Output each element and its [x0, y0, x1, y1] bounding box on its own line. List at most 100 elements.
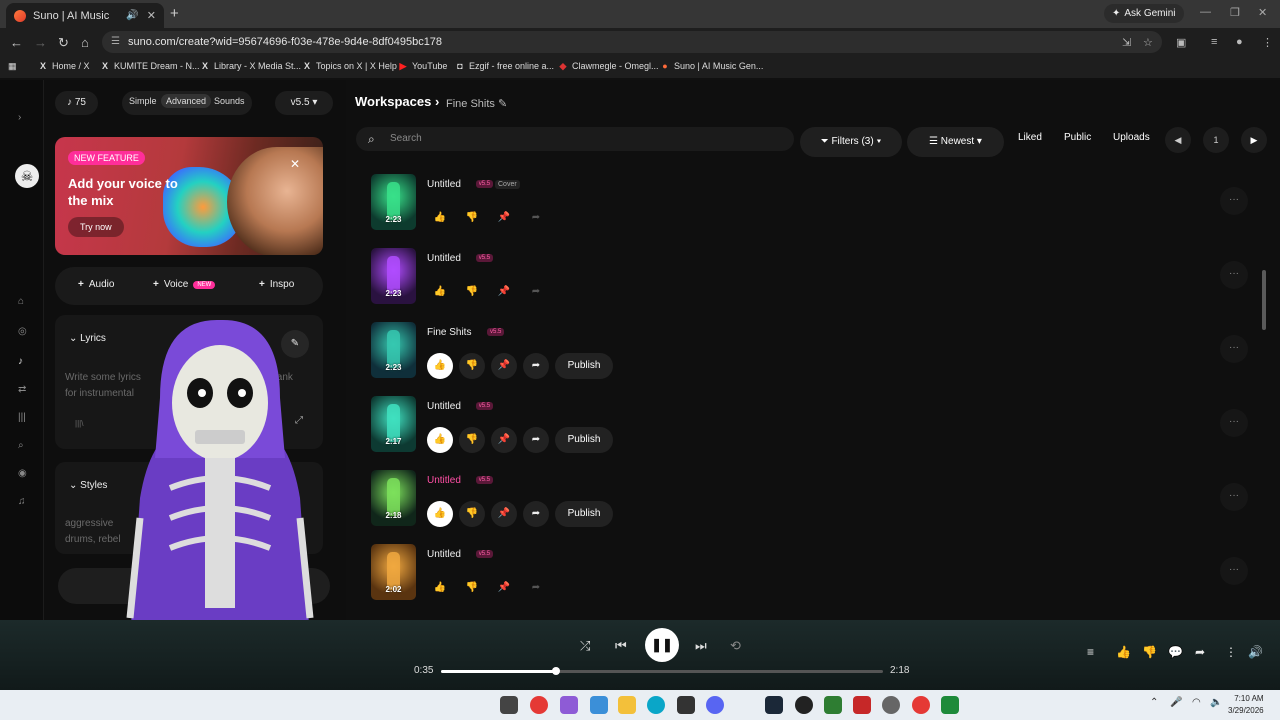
tab-public[interactable]: Public	[1064, 132, 1091, 143]
file-explorer-icon[interactable]	[618, 696, 636, 714]
edge-icon[interactable]	[647, 696, 665, 714]
discord-icon[interactable]	[706, 696, 724, 714]
share-arrow-icon[interactable]: ➦	[523, 501, 549, 527]
styles-header[interactable]: ⌄ Styles	[69, 480, 107, 491]
repeat-icon[interactable]: ⟲	[730, 638, 741, 654]
more-options-icon[interactable]: ···	[1220, 261, 1248, 289]
thumbs-down-icon[interactable]: 👎	[459, 205, 485, 231]
thumbs-up-icon[interactable]: 👍	[427, 205, 453, 231]
more-options-icon[interactable]: ···	[1220, 409, 1248, 437]
thumbs-up-icon[interactable]: 👍	[427, 575, 453, 601]
page-number[interactable]: 1	[1203, 127, 1229, 153]
song-row[interactable]: 2:18 Untitled v5.5 👍 👎 📌 ➦ Publish ···	[371, 470, 1251, 528]
terminal-icon[interactable]	[941, 696, 959, 714]
photos-icon[interactable]	[590, 696, 608, 714]
site-info-icon[interactable]: ☰	[111, 31, 120, 53]
prev-page-icon[interactable]: ◀	[1165, 127, 1191, 153]
back-icon[interactable]: ←	[10, 35, 23, 50]
volume-tray-icon[interactable]: 🔈	[1210, 697, 1222, 708]
next-page-icon[interactable]: ▶	[1241, 127, 1267, 153]
dislike-icon[interactable]: 👎	[1142, 645, 1157, 659]
previous-icon[interactable]: ⏮	[615, 638, 627, 654]
song-cover-image[interactable]: 2:17	[371, 396, 416, 452]
share-arrow-icon[interactable]: ➦	[523, 575, 549, 601]
studio-nav-icon[interactable]: ⇄	[18, 384, 26, 395]
sidepanel-icon[interactable]: ▣	[1176, 36, 1186, 49]
model-version-select[interactable]: v5.5 ▾	[275, 91, 333, 115]
menu-icon[interactable]: ⋮	[1262, 36, 1273, 49]
new-tab-button[interactable]: +	[170, 5, 179, 22]
minimize-icon[interactable]: —	[1200, 6, 1211, 18]
user-avatar[interactable]: ☠	[15, 164, 39, 188]
thumbs-up-icon[interactable]: 👍	[427, 279, 453, 305]
thumbs-down-icon[interactable]: 👎	[459, 353, 485, 379]
share-arrow-icon[interactable]: ➦	[523, 205, 549, 231]
chrome-icon[interactable]	[530, 696, 548, 714]
song-title[interactable]: Untitled	[427, 179, 461, 190]
add-voice-button[interactable]: + Voice NEW	[153, 279, 216, 290]
ask-gemini-button[interactable]: ✦ Ask Gemini	[1104, 4, 1184, 23]
more-options-icon[interactable]: ···	[1220, 557, 1248, 585]
add-audio-button[interactable]: + Audio	[78, 279, 114, 290]
song-title[interactable]: Fine Shits	[427, 327, 471, 338]
publish-button[interactable]: Publish	[555, 353, 613, 379]
publish-button[interactable]: Publish	[555, 427, 613, 453]
app-icon[interactable]	[795, 696, 813, 714]
close-window-icon[interactable]: ✕	[1258, 6, 1267, 19]
install-icon[interactable]: ⇲	[1122, 36, 1131, 49]
copilot-icon[interactable]	[560, 696, 578, 714]
credits-badge[interactable]: ♪ 75	[55, 91, 98, 115]
mic-icon[interactable]: 🎤	[1170, 697, 1182, 708]
system-clock[interactable]: 7:10 AM 3/29/2026	[1228, 693, 1264, 717]
more-options-icon[interactable]: ⋮	[1225, 645, 1237, 659]
home-nav-icon[interactable]: ⌂	[18, 296, 24, 307]
mode-simple[interactable]: Simple	[129, 96, 157, 106]
seek-bar[interactable]	[441, 667, 883, 675]
bookmark-ezgif[interactable]: ◘ Ezgif - free online a...	[455, 61, 554, 71]
share-arrow-icon[interactable]: ➦	[523, 427, 549, 453]
app-icon-2[interactable]	[853, 696, 871, 714]
explore-nav-icon[interactable]: ◎	[18, 326, 27, 337]
apps-icon[interactable]: ▦	[8, 61, 17, 72]
profile-icon[interactable]: ●	[1236, 36, 1243, 48]
bookmark-topics[interactable]: X Topics on X | X Help	[302, 61, 397, 71]
tab-liked[interactable]: Liked	[1018, 132, 1042, 143]
chrome-active-icon[interactable]	[912, 696, 930, 714]
thumbs-up-icon[interactable]: 👍	[427, 427, 453, 453]
song-title[interactable]: Untitled	[427, 475, 461, 486]
song-cover-image[interactable]: 2:18	[371, 470, 416, 526]
library-nav-icon[interactable]: |||	[18, 412, 26, 423]
publish-button[interactable]: Publish	[555, 501, 613, 527]
pin-icon[interactable]: 📌	[491, 575, 517, 601]
pause-button[interactable]: ❚❚	[645, 628, 679, 662]
thumbs-up-icon[interactable]: 👍	[427, 353, 453, 379]
tray-chevron-icon[interactable]: ⌃	[1150, 697, 1158, 708]
bookmark-kumite[interactable]: X KUMITE Dream - N...	[100, 61, 200, 71]
close-tab-icon[interactable]: ✕	[147, 9, 156, 22]
search-input[interactable]: ⌕ Search	[356, 127, 794, 151]
sort-button[interactable]: ☰ Newest ▾	[907, 127, 1004, 157]
pin-icon[interactable]: 📌	[491, 205, 517, 231]
song-row[interactable]: 2:17 Untitled v5.5 👍 👎 📌 ➦ Publish ···	[371, 396, 1251, 454]
expand-chevron-icon[interactable]: ›	[18, 112, 21, 123]
speaker-icon[interactable]: 🔊	[126, 10, 138, 21]
styles-text[interactable]: aggressive	[65, 516, 113, 532]
wifi-icon[interactable]: ◠	[1192, 697, 1201, 708]
shuffle-icon[interactable]: ⤮	[580, 638, 590, 654]
list-scrollbar[interactable]	[1262, 270, 1266, 330]
thumbs-down-icon[interactable]: 👎	[459, 427, 485, 453]
create-nav-icon[interactable]: ♪	[18, 356, 23, 367]
song-row[interactable]: 2:23 Untitled v5.5 Cover 👍 👎 📌 ➦ ···	[371, 174, 1251, 232]
song-cover-image[interactable]: 2:23	[371, 248, 416, 304]
lyrics-header[interactable]: ⌄ Lyrics	[69, 333, 106, 344]
queue-icon[interactable]: ≡	[1087, 645, 1094, 659]
thumbs-down-icon[interactable]: 👎	[459, 279, 485, 305]
song-cover-image[interactable]: 2:23	[371, 322, 416, 378]
like-icon[interactable]: 👍	[1116, 645, 1131, 659]
share-arrow-icon[interactable]: ➦	[523, 353, 549, 379]
bookmark-star-icon[interactable]: ☆	[1143, 36, 1153, 49]
song-title[interactable]: Untitled	[427, 401, 461, 412]
thumbs-down-icon[interactable]: 👎	[459, 575, 485, 601]
bookmark-suno[interactable]: ● Suno | AI Music Gen...	[660, 61, 763, 71]
volume-icon[interactable]: 🔊	[1248, 645, 1263, 659]
